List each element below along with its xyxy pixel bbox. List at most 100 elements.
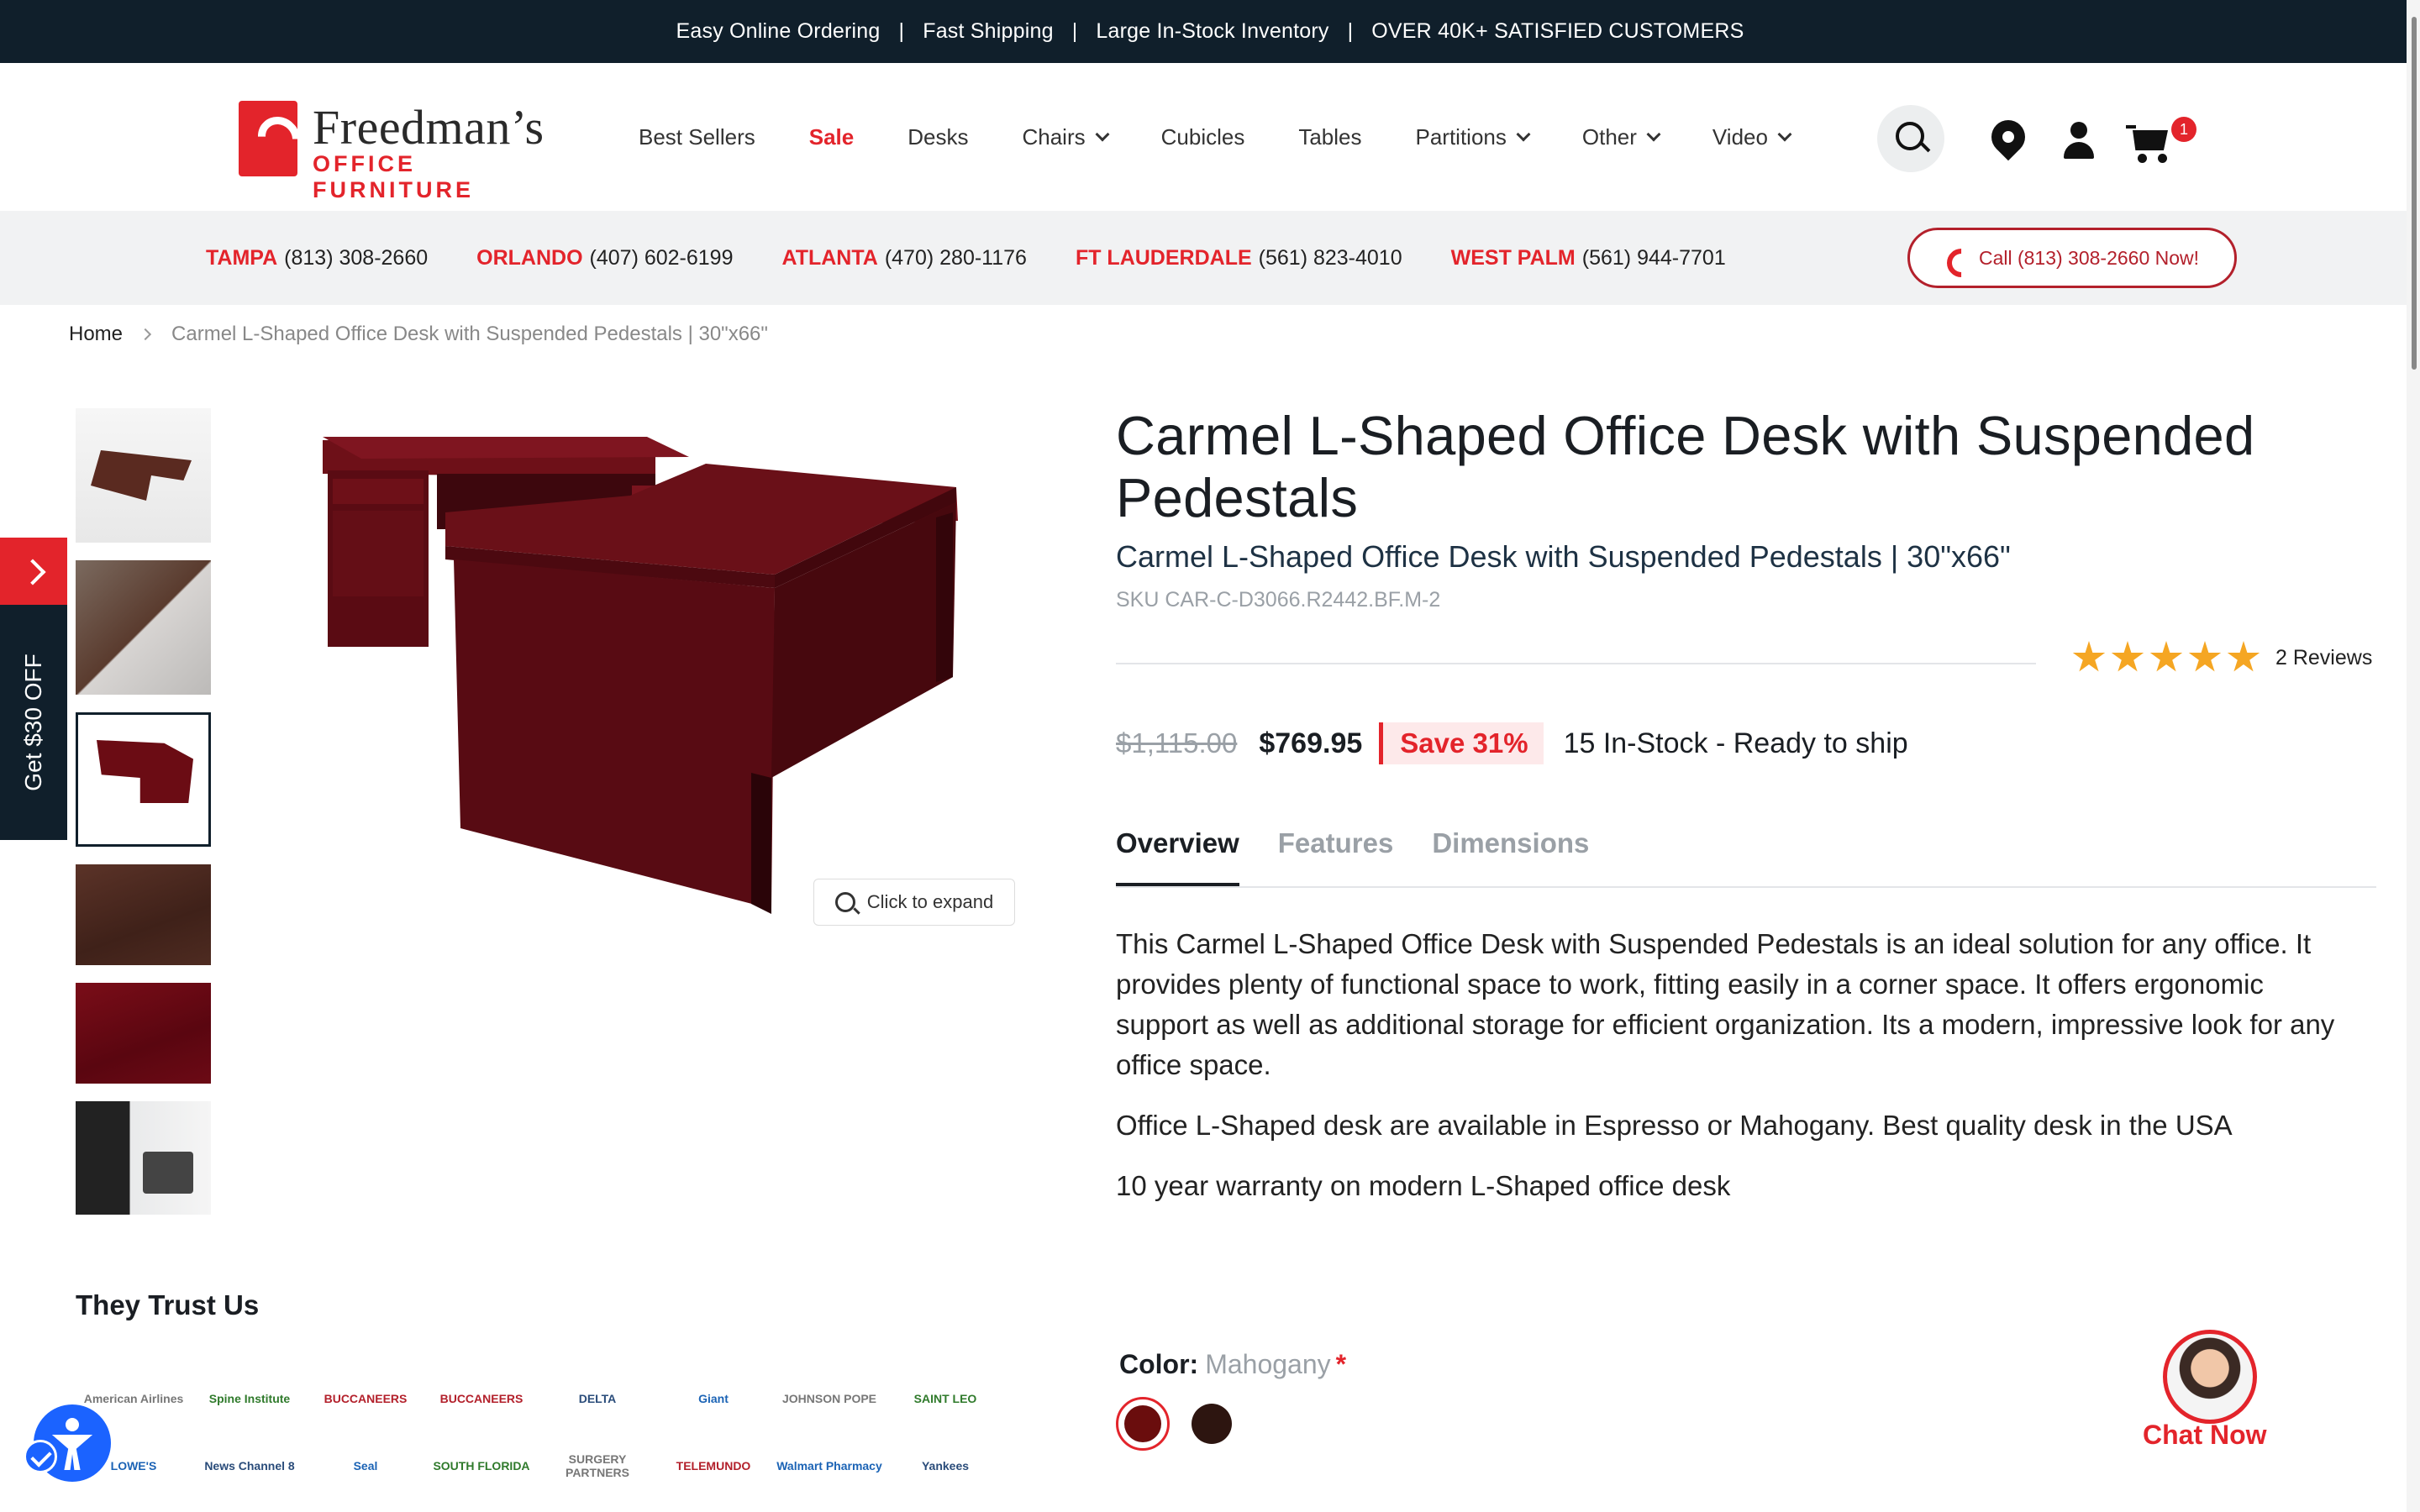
tab-features[interactable]: Features — [1278, 827, 1394, 886]
nav-other[interactable]: Other — [1582, 124, 1661, 150]
color-swatch-selected[interactable] — [1116, 1397, 1170, 1451]
product-thumbnail[interactable] — [76, 983, 211, 1084]
reviews-count: 2 Reviews — [2275, 645, 2373, 669]
client-logo: Spine Institute — [208, 1392, 291, 1405]
chevron-down-icon — [1516, 127, 1531, 142]
star-icon — [2149, 641, 2183, 672]
nav-chairs[interactable]: Chairs — [1022, 123, 1110, 150]
divider — [1116, 663, 2036, 664]
client-logo: SURGERY PARTNERS — [566, 1452, 629, 1479]
location-phone: (407) 602-6199 — [589, 245, 734, 270]
chat-now-button[interactable]: Chat Now — [2143, 1420, 2267, 1451]
description-paragraph: 10 year warranty on modern L-Shaped offi… — [1116, 1170, 1731, 1201]
site-logo[interactable]: Freedman’s OFFICE FURNITURE — [239, 100, 562, 202]
breadcrumb-home[interactable]: Home — [69, 323, 123, 346]
nav-video[interactable]: Video — [1712, 123, 1792, 150]
product-thumbnail[interactable] — [76, 560, 211, 695]
client-logo: Giant — [698, 1392, 729, 1405]
promo-bar: Easy Online Ordering | Fast Shipping | L… — [0, 0, 2420, 63]
expand-label: Click to expand — [866, 891, 994, 912]
search-icon[interactable] — [1877, 105, 1944, 172]
nav-tables[interactable]: Tables — [1298, 124, 1361, 150]
promo-separator: | — [898, 19, 905, 43]
trust-heading: They Trust Us — [76, 1289, 260, 1320]
thumbnail-list — [76, 408, 211, 1232]
description-paragraph: This Carmel L-Shaped Office Desk with Su… — [1116, 928, 2335, 1080]
client-logo: BUCCANEERS — [324, 1392, 408, 1405]
chat-agent-avatar[interactable] — [2163, 1330, 2257, 1424]
promo-item: Large In-Stock Inventory — [1096, 19, 1329, 43]
zoom-in-icon — [834, 892, 855, 912]
account-icon[interactable] — [2062, 122, 2096, 160]
nav-label: Video — [1712, 123, 1768, 150]
chevron-down-icon — [1777, 127, 1792, 142]
location-city: WEST PALM — [1450, 245, 1576, 270]
product-sku: SKU CAR-C-D3066.R2442.BF.M-2 — [1116, 588, 1441, 612]
breadcrumb-current: Carmel L-Shaped Office Desk with Suspend… — [171, 323, 768, 345]
nav-label: Sale — [808, 123, 855, 150]
scrollbar-thumb[interactable] — [2412, 17, 2417, 370]
required-marker: * — [1335, 1349, 1347, 1379]
location-link[interactable]: WEST PALM (561) 944-7701 — [1451, 246, 1726, 270]
tab-dimensions[interactable]: Dimensions — [1432, 827, 1589, 886]
phone-icon — [1945, 247, 1967, 269]
product-main-image[interactable] — [311, 420, 966, 924]
breadcrumb: Home Carmel L-Shaped Office Desk with Su… — [69, 323, 768, 346]
location-city: TAMPA — [206, 245, 278, 270]
location-phone: (470) 280-1176 — [884, 245, 1027, 270]
logo-name: Freedman’s — [313, 100, 544, 155]
checkmark-icon — [24, 1440, 57, 1473]
color-swatch[interactable] — [1185, 1397, 1239, 1451]
promo-separator: | — [1071, 19, 1078, 43]
discount-side-tab[interactable]: Get $30 OFF — [0, 605, 67, 840]
cart-count-badge: 1 — [2171, 117, 2196, 142]
rating[interactable]: 2 Reviews — [2072, 641, 2372, 675]
chevron-right-icon — [139, 328, 152, 341]
chevron-right-icon[interactable] — [0, 538, 67, 605]
price-row: $1,115.00 $769.95 Save 31% 15 In-Stock -… — [1116, 718, 1908, 769]
star-icon — [2111, 641, 2144, 672]
logo-subtitle: OFFICE FURNITURE — [313, 151, 474, 202]
promo-separator: | — [1347, 19, 1354, 43]
product-thumbnail[interactable] — [76, 1101, 211, 1215]
nav-label: Partitions — [1415, 123, 1507, 150]
promo-item: Easy Online Ordering — [676, 19, 881, 43]
location-link[interactable]: FT LAUDERDALE (561) 823-4010 — [1076, 246, 1402, 270]
product-thumbnail[interactable] — [76, 408, 211, 543]
client-logo: TELEMUNDO — [676, 1459, 751, 1473]
location-city: ATLANTA — [781, 245, 878, 270]
client-logo: SOUTH FLORIDA — [433, 1459, 530, 1473]
nav-sale[interactable]: Sale — [809, 124, 855, 150]
nav-partitions[interactable]: Partitions — [1415, 123, 1531, 150]
cart-icon[interactable] — [2126, 123, 2171, 164]
product-tabs: Overview Features Dimensions — [1116, 827, 2376, 888]
nav-desks[interactable]: Desks — [908, 124, 968, 150]
location-link[interactable]: ATLANTA (470) 280-1176 — [782, 246, 1027, 270]
product-thumbnail[interactable] — [76, 864, 211, 965]
product-thumbnail-selected[interactable] — [76, 712, 211, 847]
promo-item: Fast Shipping — [923, 19, 1054, 43]
call-now-button[interactable]: Call (813) 308-2660 Now! — [1907, 228, 2237, 288]
call-now-label: Call (813) 308-2660 Now! — [1978, 246, 2200, 269]
logo-mark-icon — [239, 101, 297, 176]
nav-label: Chairs — [1022, 123, 1086, 150]
client-logo: JOHNSON POPE — [781, 1392, 877, 1405]
location-phone: (561) 944-7701 — [1581, 245, 1726, 270]
location-pin-icon[interactable] — [1984, 113, 2033, 161]
tab-overview[interactable]: Overview — [1116, 827, 1239, 886]
promo-item: OVER 40K+ SATISFIED CUSTOMERS — [1371, 19, 1744, 43]
expand-image-button[interactable]: Click to expand — [813, 879, 1015, 926]
star-icon — [2227, 641, 2260, 672]
color-label: Color: Mahogany * — [1119, 1349, 1346, 1380]
original-price: $1,115.00 — [1116, 727, 1238, 759]
client-logo: BUCCANEERS — [439, 1392, 523, 1405]
product-title: Carmel L-Shaped Office Desk with Suspend… — [1116, 405, 2255, 528]
discount-label: Get $30 OFF — [20, 654, 46, 791]
main-nav: Best Sellers Sale Desks Chairs Cubicles … — [639, 63, 1844, 211]
client-logo: Yankees — [921, 1459, 970, 1473]
nav-label: Best Sellers — [639, 123, 755, 150]
location-link[interactable]: TAMPA (813) 308-2660 — [206, 246, 428, 270]
nav-cubicles[interactable]: Cubicles — [1161, 124, 1245, 150]
location-link[interactable]: ORLANDO (407) 602-6199 — [476, 246, 733, 270]
nav-best-sellers[interactable]: Best Sellers — [639, 124, 755, 150]
